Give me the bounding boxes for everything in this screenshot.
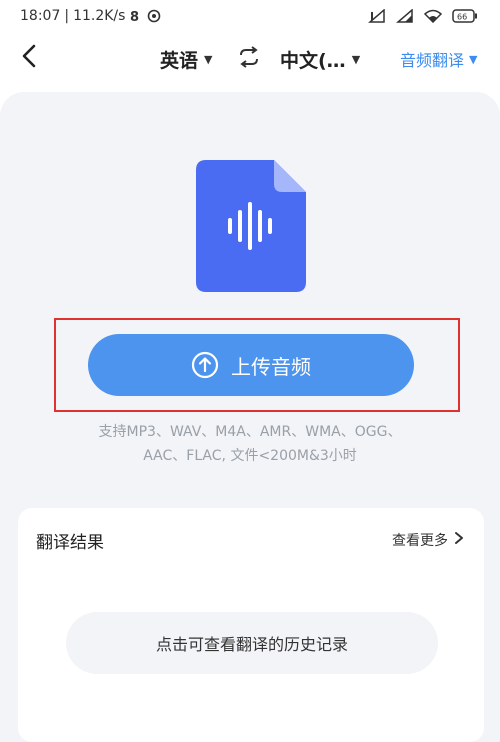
signal-icon (396, 9, 414, 23)
view-history-button[interactable]: 点击可查看翻译的历史记录 (66, 612, 438, 674)
translation-mode-label: 音频翻译 (400, 51, 465, 70)
target-language-label: 中文(… (280, 49, 346, 72)
source-language-select[interactable]: 英语 ▼ (160, 44, 212, 74)
result-title: 翻译结果 (36, 533, 104, 553)
chevron-right-icon (454, 531, 464, 549)
status-bar: 18:07 | 11.2K/s 8 66 (0, 0, 500, 32)
view-more-link[interactable]: 查看更多 (392, 530, 464, 550)
chevron-left-icon[interactable] (19, 43, 41, 73)
data-saver-icon: 8 (129, 9, 143, 23)
swap-icon[interactable] (237, 46, 261, 72)
translation-result-card: 翻译结果 查看更多 点击可查看翻译的历史记录 (18, 508, 484, 742)
status-right: 66 (368, 9, 478, 23)
status-net-speed: 11.2K/s (73, 8, 126, 24)
status-left: 18:07 | 11.2K/s 8 (20, 8, 161, 24)
upload-arrow-icon (191, 351, 219, 379)
battery-level: 66 (457, 13, 467, 22)
swap-languages-button[interactable] (236, 46, 262, 72)
caret-down-icon: ▼ (351, 52, 361, 66)
source-language-label: 英语 (160, 49, 199, 72)
view-history-label: 点击可查看翻译的历史记录 (155, 635, 348, 654)
sync-icon (147, 9, 161, 23)
caret-down-icon: ▼ (469, 52, 478, 66)
back-button[interactable] (14, 42, 46, 74)
svg-text:8: 8 (130, 10, 139, 23)
wifi-icon (424, 9, 442, 23)
upload-audio-button[interactable]: 上传音频 (88, 334, 414, 396)
status-divider: | (64, 8, 70, 24)
audio-file-icon (196, 160, 306, 292)
translation-mode-select[interactable]: 音频翻译 ▼ (400, 46, 477, 72)
view-more-label: 查看更多 (392, 533, 448, 549)
formats-line-1: 支持MP3、WAV、M4A、AMR、WMA、OGG、 (98, 424, 402, 440)
signal-icon (368, 9, 386, 23)
upload-audio-label: 上传音频 (231, 354, 311, 379)
battery-icon: 66 (452, 9, 478, 23)
caret-down-icon: ▼ (204, 52, 213, 66)
formats-line-2: AAC、FLAC, 文件<200M&3小时 (143, 448, 357, 464)
top-nav: 英语 ▼ 中文(… ▼ 音频翻译 ▼ (0, 34, 500, 84)
target-language-select[interactable]: 中文(… ▼ (280, 44, 360, 74)
status-time: 18:07 (20, 8, 61, 24)
supported-formats-text: 支持MP3、WAV、M4A、AMR、WMA、OGG、 AAC、FLAC, 文件<… (40, 420, 460, 468)
